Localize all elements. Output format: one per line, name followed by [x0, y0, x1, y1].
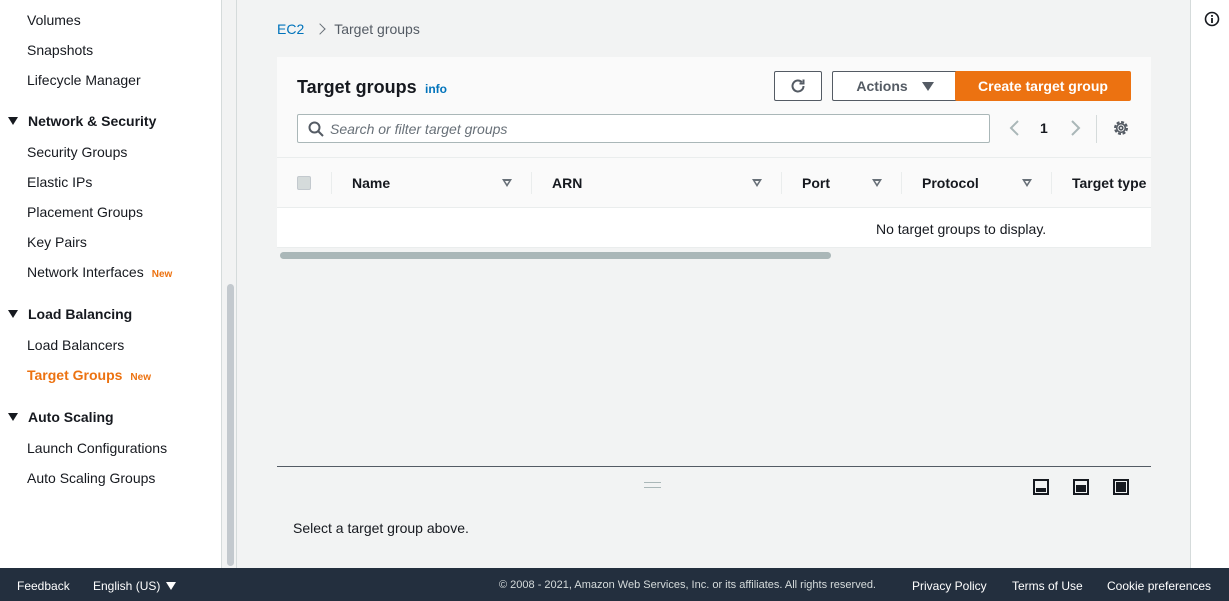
column-divider — [901, 172, 902, 194]
sidebar-divider — [236, 0, 237, 568]
actions-label: Actions — [856, 78, 908, 94]
sidebar-item-elastic-ips[interactable]: Elastic IPs — [27, 174, 92, 190]
split-panel-divider — [277, 466, 1151, 467]
caret-down-icon — [8, 413, 18, 421]
column-divider — [781, 172, 782, 194]
privacy-policy-link[interactable]: Privacy Policy — [912, 579, 987, 593]
page-number[interactable]: 1 — [1040, 120, 1048, 136]
info-link[interactable]: info — [425, 82, 447, 96]
caret-down-icon — [8, 310, 18, 318]
search-input[interactable] — [330, 120, 970, 137]
sidebar-item-label: Target Groups — [27, 367, 123, 383]
sidebar: Volumes Snapshots Lifecycle Manager Netw… — [0, 0, 222, 568]
page-title: Target groups — [297, 77, 417, 97]
split-panel-message: Select a target group above. — [293, 520, 469, 536]
new-badge: New — [130, 372, 151, 383]
actions-dropdown[interactable]: Actions — [832, 71, 958, 101]
sidebar-item-load-balancers[interactable]: Load Balancers — [27, 337, 124, 353]
sidebar-item-key-pairs[interactable]: Key Pairs — [27, 234, 87, 250]
select-all-checkbox[interactable] — [297, 176, 311, 190]
sort-icon[interactable] — [1022, 179, 1032, 187]
split-bottom-icon[interactable] — [1033, 479, 1049, 495]
sort-icon[interactable] — [502, 179, 512, 187]
copyright-text: © 2008 - 2021, Amazon Web Services, Inc.… — [499, 579, 876, 591]
sidebar-item-security-groups[interactable]: Security Groups — [27, 144, 127, 160]
refresh-button[interactable] — [774, 71, 822, 101]
split-side-icon[interactable] — [1073, 479, 1089, 495]
caret-down-icon — [8, 117, 18, 125]
breadcrumb: EC2 Target groups — [277, 21, 420, 37]
sidebar-section-load-balancing[interactable]: Load Balancing — [8, 306, 132, 322]
sidebar-section-label: Network & Security — [28, 113, 157, 129]
column-divider — [531, 172, 532, 194]
sidebar-section-label: Load Balancing — [28, 306, 133, 322]
sidebar-item-network-interfaces[interactable]: Network Interfaces New — [27, 264, 172, 280]
sidebar-item-lifecycle-manager[interactable]: Lifecycle Manager — [27, 72, 141, 88]
sidebar-item-snapshots[interactable]: Snapshots — [27, 42, 93, 58]
footer: Feedback English (US) © 2008 - 2021, Ama… — [0, 568, 1229, 601]
column-header-protocol[interactable]: Protocol — [922, 158, 979, 208]
settings-icon[interactable] — [1111, 118, 1131, 138]
chevron-right-icon — [314, 23, 326, 35]
feedback-link[interactable]: Feedback — [17, 579, 70, 593]
terms-of-use-link[interactable]: Terms of Use — [1012, 579, 1083, 593]
language-selector[interactable]: English (US) — [93, 579, 160, 593]
column-header-arn[interactable]: ARN — [552, 158, 582, 208]
chevron-left-icon[interactable] — [1007, 118, 1023, 138]
refresh-icon — [791, 79, 805, 93]
column-divider — [1051, 172, 1052, 194]
panel-header: Target groups info Actions Create target… — [277, 57, 1151, 158]
column-header-target-type[interactable]: Target type — [1072, 158, 1146, 208]
cookie-preferences-link[interactable]: Cookie preferences — [1107, 579, 1211, 593]
table-header: Name ARN Port Protocol Target type — [277, 158, 1151, 208]
new-badge: New — [151, 269, 173, 280]
sidebar-scrollbar[interactable] — [227, 284, 234, 566]
info-icon[interactable] — [1204, 11, 1220, 27]
right-rail — [1190, 0, 1229, 568]
divider — [1096, 115, 1097, 143]
sort-icon[interactable] — [872, 179, 882, 187]
chevron-right-icon[interactable] — [1067, 118, 1083, 138]
caret-down-icon — [166, 582, 176, 590]
sidebar-item-label: Network Interfaces — [27, 264, 144, 280]
caret-down-icon — [921, 81, 934, 91]
sidebar-item-auto-scaling-groups[interactable]: Auto Scaling Groups — [27, 470, 155, 486]
table-horizontal-scrollbar[interactable] — [280, 252, 831, 259]
sidebar-item-launch-configurations[interactable]: Launch Configurations — [27, 440, 167, 456]
search-icon — [308, 121, 324, 137]
sort-icon[interactable] — [752, 179, 762, 187]
column-divider — [331, 172, 332, 194]
sidebar-section-label: Auto Scaling — [28, 409, 114, 425]
column-header-name[interactable]: Name — [352, 158, 390, 208]
column-header-port[interactable]: Port — [802, 158, 830, 208]
sidebar-section-auto-scaling[interactable]: Auto Scaling — [8, 409, 114, 425]
create-target-group-button[interactable]: Create target group — [955, 71, 1131, 101]
sidebar-item-volumes[interactable]: Volumes — [27, 12, 81, 28]
sidebar-section-network-security[interactable]: Network & Security — [8, 113, 156, 129]
breadcrumb-current: Target groups — [334, 21, 420, 37]
search-box[interactable] — [297, 114, 990, 143]
split-panel-resize-handle[interactable] — [644, 482, 661, 488]
empty-table-row: No target groups to display. — [277, 208, 1151, 248]
sidebar-item-target-groups[interactable]: Target Groups New — [27, 367, 151, 383]
sidebar-item-placement-groups[interactable]: Placement Groups — [27, 204, 143, 220]
page: Volumes Snapshots Lifecycle Manager Netw… — [0, 0, 1229, 601]
target-groups-panel: Target groups info Actions Create target… — [277, 57, 1151, 248]
empty-message: No target groups to display. — [876, 221, 1047, 237]
breadcrumb-ec2-link[interactable]: EC2 — [277, 21, 304, 37]
split-full-icon[interactable] — [1113, 479, 1129, 495]
